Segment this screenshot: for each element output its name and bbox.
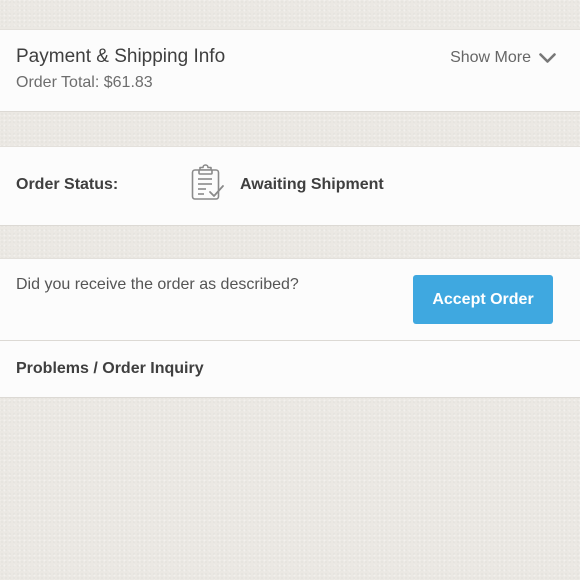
accept-order-button[interactable]: Accept Order (413, 275, 553, 324)
receive-order-card: Did you receive the order as described? … (0, 258, 580, 341)
order-inquiry-row[interactable]: Problems / Order Inquiry (0, 341, 580, 398)
order-inquiry-link[interactable]: Problems / Order Inquiry (16, 360, 204, 378)
order-status-label: Order Status: (16, 176, 119, 193)
payment-shipping-card: Payment & Shipping Info Order Total: $61… (0, 29, 580, 112)
order-status-card: Order Status: Awaiting Shipment (0, 146, 580, 226)
receive-order-question: Did you receive the order as described? (16, 276, 299, 293)
order-total: Order Total: $61.83 (16, 74, 153, 91)
order-status-value: Awaiting Shipment (240, 176, 384, 193)
show-more-button[interactable]: Show More (450, 49, 556, 67)
show-more-label: Show More (450, 49, 531, 66)
payment-shipping-title: Payment & Shipping Info (16, 46, 226, 67)
clipboard-check-icon (190, 164, 226, 202)
chevron-down-icon (539, 52, 556, 64)
